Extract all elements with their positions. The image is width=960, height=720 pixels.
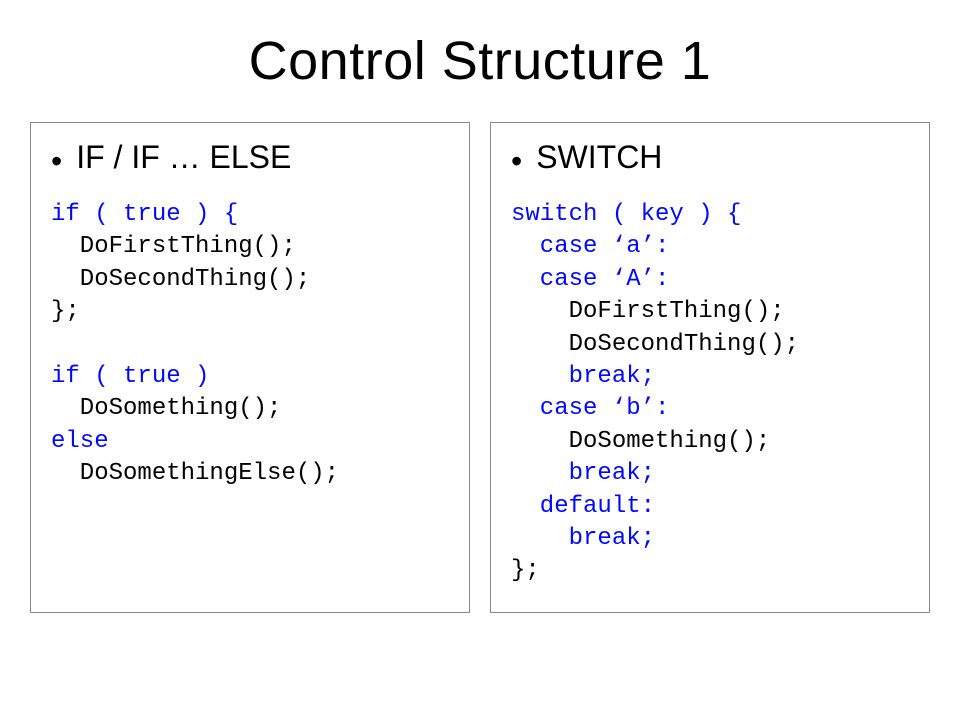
code-line: break;: [511, 458, 909, 490]
right-bullet-row: • SWITCH: [511, 139, 909, 177]
code-line: };: [511, 555, 909, 587]
code-line: DoFirstThing();: [511, 296, 909, 328]
code-line: DoSomethingElse();: [51, 458, 449, 490]
code-line: case ‘a’:: [511, 231, 909, 263]
left-heading: IF / IF … ELSE: [76, 139, 291, 176]
code-line: };: [51, 296, 449, 328]
bullet-icon: •: [51, 145, 62, 177]
code-line: case ‘b’:: [511, 393, 909, 425]
code-line: else: [51, 426, 449, 458]
columns: • IF / IF … ELSE if ( true ) { DoFirstTh…: [30, 122, 930, 613]
slide-title: Control Structure 1: [30, 30, 930, 92]
left-code-block: if ( true ) { DoFirstThing(); DoSecondTh…: [51, 199, 449, 491]
code-line: [51, 329, 449, 361]
code-line: case ‘A’:: [511, 264, 909, 296]
code-line: DoSecondThing();: [51, 264, 449, 296]
bullet-icon: •: [511, 145, 522, 177]
code-line: switch ( key ) {: [511, 199, 909, 231]
right-code-block: switch ( key ) { case ‘a’: case ‘A’: DoF…: [511, 199, 909, 588]
code-line: break;: [511, 523, 909, 555]
code-line: if ( true ) {: [51, 199, 449, 231]
code-line: DoSomething();: [511, 426, 909, 458]
code-line: default:: [511, 491, 909, 523]
code-line: break;: [511, 361, 909, 393]
code-line: DoSecondThing();: [511, 329, 909, 361]
code-line: DoFirstThing();: [51, 231, 449, 263]
left-column: • IF / IF … ELSE if ( true ) { DoFirstTh…: [30, 122, 470, 613]
right-column: • SWITCH switch ( key ) { case ‘a’: case…: [490, 122, 930, 613]
slide: Control Structure 1 • IF / IF … ELSE if …: [0, 0, 960, 720]
code-line: if ( true ): [51, 361, 449, 393]
code-line: DoSomething();: [51, 393, 449, 425]
right-heading: SWITCH: [536, 139, 662, 176]
left-bullet-row: • IF / IF … ELSE: [51, 139, 449, 177]
